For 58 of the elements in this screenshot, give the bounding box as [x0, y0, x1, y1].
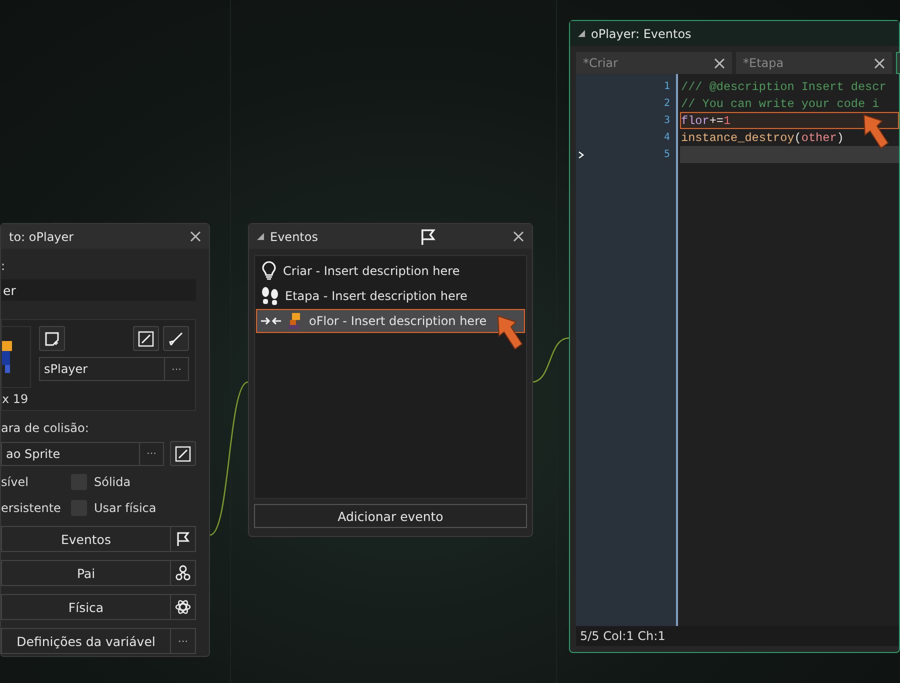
brush-icon [175, 446, 191, 462]
collapse-icon[interactable] [257, 233, 264, 240]
field-label: : [1, 259, 6, 273]
pointer-arrow-icon [496, 314, 524, 352]
option-label: ersistente [1, 501, 61, 515]
more-button[interactable]: ··· [139, 442, 163, 464]
sprite-size: x 19 [2, 392, 30, 406]
window-title: oPlayer: Eventos [591, 26, 692, 40]
collision-arrows-icon [261, 316, 281, 326]
flag-icon [419, 228, 437, 246]
field-label: ara de colisão: [1, 421, 90, 435]
paint-button[interactable] [163, 326, 189, 351]
line-number: 5 [664, 149, 670, 160]
line-number: 3 [664, 115, 670, 126]
collapse-icon[interactable] [578, 30, 585, 37]
add-event-button[interactable]: Adicionar evento [254, 504, 527, 528]
connector-line [532, 336, 570, 384]
code-line: /// @description Insert descr [680, 78, 888, 95]
more-button[interactable]: ··· [164, 358, 188, 380]
sprite-dropdown[interactable]: sPlayer ··· [39, 357, 189, 381]
event-item[interactable]: Criar - Insert description here [256, 259, 525, 283]
collision-mask-dropdown[interactable]: ao Sprite ··· [1, 442, 164, 466]
code-line: // You can write your code i [680, 96, 880, 112]
flag-icon [175, 531, 191, 547]
hierarchy-icon [175, 565, 191, 581]
lightbulb-icon [261, 261, 277, 281]
close-icon[interactable] [714, 58, 725, 68]
close-icon[interactable] [190, 231, 201, 242]
panel-button[interactable]: Definições da variável [2, 629, 171, 653]
option-label: Usar física [94, 501, 156, 515]
line-number: 2 [664, 98, 670, 109]
atom-icon [175, 599, 191, 615]
event-item[interactable]: Etapa - Insert description here [256, 284, 525, 308]
window-title: Eventos [270, 230, 319, 244]
footprints-icon [261, 286, 279, 306]
pointer-arrow-icon [862, 113, 890, 151]
code-line: instance_destroy(other) [680, 130, 845, 146]
close-icon[interactable] [513, 231, 524, 242]
sprite-icon [287, 312, 303, 330]
code-editor[interactable]: /// @description Insert descr // You can write your code i flor+=1 instance_destroy(other) [678, 74, 899, 626]
more-button[interactable]: ··· [171, 629, 195, 653]
brush-icon [138, 330, 154, 346]
cursor-position: 5/5 Col:1 Ch:1 [580, 629, 666, 643]
option-label: Sólida [94, 475, 131, 489]
line-number: 4 [664, 132, 670, 143]
close-icon[interactable] [874, 58, 885, 68]
line-number: 1 [664, 81, 670, 92]
edit-image-button[interactable] [133, 326, 159, 351]
event-item[interactable]: oFlor - Insert description here [256, 309, 525, 333]
option-label: sível [1, 475, 28, 489]
add-image-icon [44, 330, 60, 346]
new-sprite-button[interactable] [39, 326, 65, 351]
editor-tab[interactable]: *Criar [576, 52, 732, 74]
window-title: to: oPlayer [9, 230, 75, 244]
name-field[interactable]: er [1, 279, 196, 301]
editor-tab[interactable]: *Etapa [736, 52, 892, 74]
brush-icon [168, 330, 184, 346]
edit-mask-button[interactable] [170, 441, 196, 466]
